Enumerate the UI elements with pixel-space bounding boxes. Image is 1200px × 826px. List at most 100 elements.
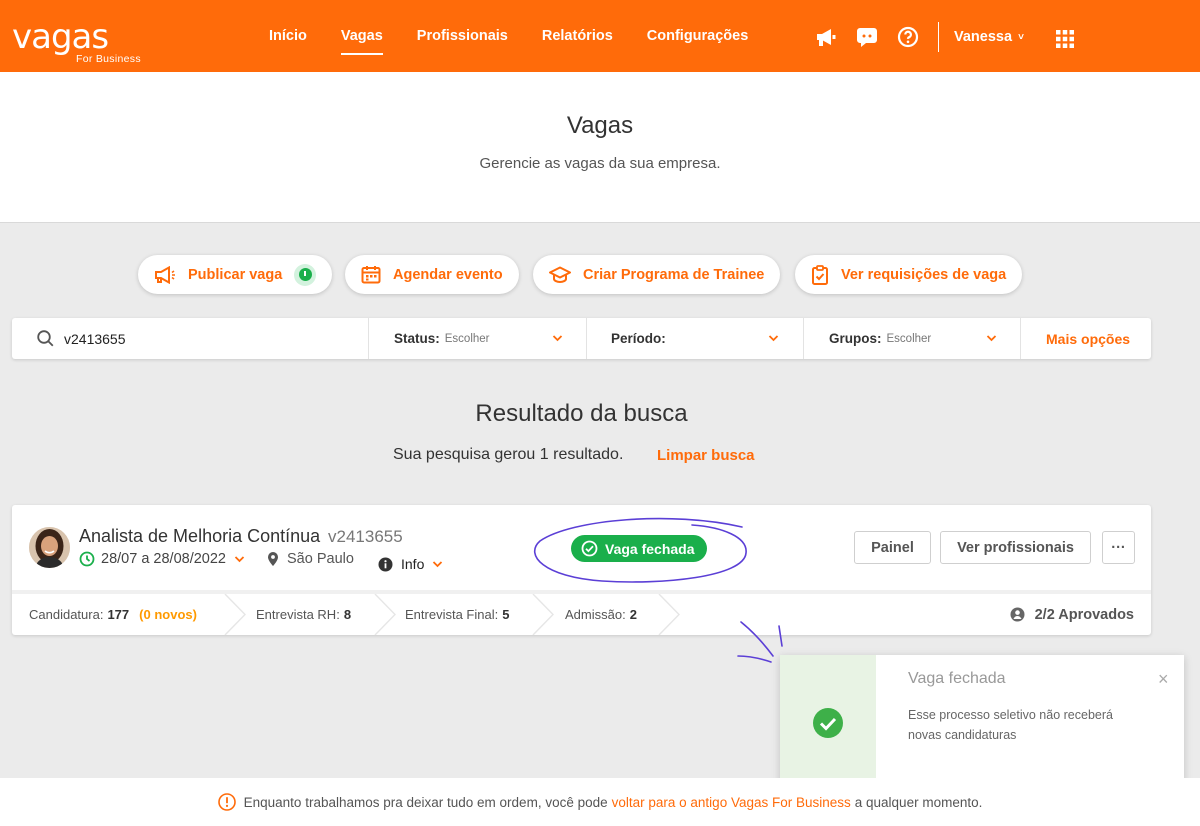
nav-item-profissionais[interactable]: Profissionais [400, 0, 525, 72]
toast-notification: Vaga fechada Esse processo seletivo não … [780, 655, 1184, 791]
avatar [29, 527, 70, 568]
groups-filter-value: Escolher [886, 332, 932, 345]
page-header: Vagas Gerencie as vagas da sua empresa. [0, 72, 1200, 223]
vagas-logo[interactable]: vagas For Business [12, 20, 141, 65]
job-date-text: 28/07 a 28/08/2022 [101, 551, 226, 567]
top-icons: Vanessa ˅ [814, 22, 1024, 52]
groups-filter-label: Grupos: [829, 331, 882, 346]
chevron-down-icon [433, 561, 443, 568]
stage-label: Candidatura: [29, 607, 104, 622]
user-name: Vanessa [954, 29, 1013, 45]
schedule-event-button[interactable]: Agendar evento [345, 255, 519, 294]
main-nav: Início Vagas Profissionais Relatórios Co… [252, 0, 765, 72]
chevron-down-icon[interactable] [552, 332, 563, 344]
create-trainee-program-button[interactable]: Criar Programa de Trainee [533, 255, 781, 294]
create-trainee-program-label: Criar Programa de Trainee [583, 266, 765, 283]
divider [368, 318, 369, 359]
more-options-button[interactable]: Mais opções [1046, 318, 1146, 359]
nav-item-vagas[interactable]: Vagas [324, 0, 400, 72]
panel-button[interactable]: Painel [854, 531, 931, 564]
megaphone-icon [155, 265, 175, 284]
search-field[interactable]: v2413655 [37, 318, 367, 359]
filter-bar: v2413655 Status: Escolher Período: Grupo… [12, 318, 1151, 359]
nav-item-configuracoes[interactable]: Configurações [630, 0, 766, 72]
chevron-right-icon [532, 594, 554, 635]
publish-job-button[interactable]: Publicar vaga [138, 255, 333, 294]
nav-item-relatorios[interactable]: Relatórios [525, 0, 630, 72]
user-menu[interactable]: Vanessa ˅ [954, 29, 1024, 45]
stage-count: 8 [343, 607, 352, 622]
nav-item-inicio[interactable]: Início [252, 0, 324, 72]
divider [938, 22, 939, 52]
toast-message: Esse processo seletivo não receberá nova… [908, 708, 1113, 742]
toast-icon-panel [780, 655, 876, 791]
clipboard-check-icon [812, 264, 828, 285]
help-icon[interactable] [896, 25, 920, 49]
job-date-range[interactable]: 28/07 a 28/08/2022 [79, 551, 245, 567]
stage-label: Entrevista RH: [256, 607, 340, 622]
job-city-text: São Paulo [287, 551, 354, 567]
view-professionals-button[interactable]: Ver profissionais [940, 531, 1091, 564]
stage-count: 2 [629, 607, 637, 622]
status-badge-label: Vaga fechada [605, 540, 695, 557]
legacy-version-link[interactable]: voltar para o antigo Vagas For Business [612, 795, 851, 810]
legacy-notice-bar: Enquanto trabalhamos pra deixar tudo em … [0, 778, 1200, 826]
stage-new-count: (0 novos) [139, 607, 197, 622]
toast-title: Vaga fechada [908, 670, 1006, 687]
check-circle-icon [813, 708, 843, 738]
clear-search-link[interactable]: Limpar busca [657, 447, 755, 464]
approved-count[interactable]: 2/2 Aprovados [1010, 594, 1134, 635]
job-info-toggle[interactable]: Info [378, 556, 443, 572]
job-code: v2413655 [328, 527, 403, 546]
job-location: São Paulo [267, 551, 354, 567]
period-filter-label: Período: [611, 331, 666, 346]
view-requisitions-label: Ver requisições de vaga [841, 266, 1007, 283]
top-navbar: vagas For Business Início Vagas Profissi… [0, 0, 1200, 72]
view-requisitions-button[interactable]: Ver requisições de vaga [795, 255, 1023, 294]
stage-entrevista-final[interactable]: Entrevista Final: 5 [405, 594, 509, 635]
stage-label: Admissão: [565, 607, 626, 622]
chevron-down-icon[interactable] [768, 332, 779, 344]
calendar-icon [361, 266, 381, 284]
stage-candidatura[interactable]: Candidatura: 177 (0 novos) [29, 594, 197, 635]
notice-text-before: Enquanto trabalhamos pra deixar tudo em … [243, 794, 608, 810]
stage-label: Entrevista Final: [405, 607, 499, 622]
check-circle-icon [581, 540, 598, 557]
status-badge: Vaga fechada [571, 535, 707, 562]
chevron-right-icon [374, 594, 396, 635]
location-pin-icon [268, 552, 278, 566]
graduation-cap-icon [549, 266, 571, 283]
more-options-label: Mais opções [1046, 330, 1131, 347]
close-icon[interactable]: × [1158, 669, 1169, 690]
divider [1020, 318, 1021, 359]
approved-label: 2/2 Aprovados [1034, 606, 1134, 623]
chevron-right-icon [658, 594, 680, 635]
stage-count: 5 [502, 607, 510, 622]
stage-count: 177 [107, 607, 130, 622]
divider [586, 318, 587, 359]
megaphone-icon[interactable] [814, 25, 838, 49]
notice-text-after: a qualquer momento. [854, 794, 983, 810]
chevron-right-icon [224, 594, 246, 635]
status-filter-label: Status: [394, 331, 440, 346]
publish-job-label: Publicar vaga [188, 266, 283, 283]
page-subtitle: Gerencie as vagas da sua empresa. [479, 155, 721, 172]
apps-grid-icon[interactable] [1056, 30, 1074, 48]
results-title: Resultado da busca [475, 400, 688, 427]
search-input[interactable]: v2413655 [64, 331, 126, 347]
page-title: Vagas [566, 112, 634, 139]
results-summary: Sua pesquisa gerou 1 resultado. [393, 446, 624, 463]
user-circle-icon [1010, 607, 1025, 622]
stage-admissao[interactable]: Admissão: 2 [565, 594, 637, 635]
divider [803, 318, 804, 359]
stage-entrevista-rh[interactable]: Entrevista RH: 8 [256, 594, 351, 635]
clock-icon [79, 551, 95, 567]
logo-subtitle: For Business [76, 53, 141, 65]
job-title[interactable]: Analista de Melhoria Contínua [79, 526, 320, 547]
chat-icon[interactable] [855, 25, 879, 49]
more-actions-button[interactable]: ··· [1102, 531, 1135, 564]
job-card: Analista de Melhoria Contínua v2413655 2… [12, 505, 1151, 635]
search-icon [37, 330, 54, 347]
chevron-down-icon[interactable] [986, 332, 997, 344]
job-stages-bar: Candidatura: 177 (0 novos) Entrevista RH… [12, 590, 1151, 635]
